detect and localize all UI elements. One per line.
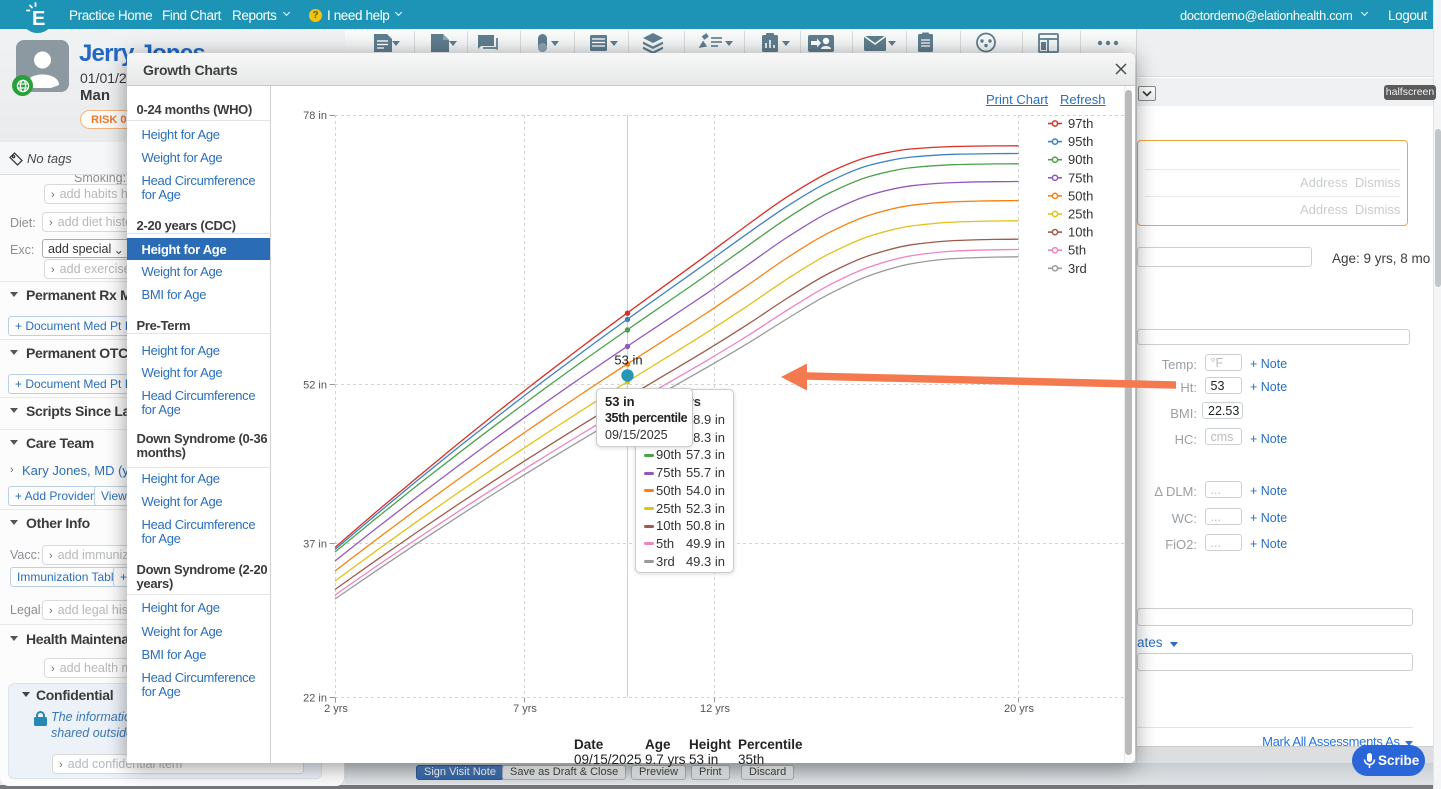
svg-text:52 in: 52 in — [303, 380, 327, 392]
svg-text:78 in: 78 in — [303, 110, 327, 122]
svg-text:97th: 97th — [1068, 116, 1093, 131]
svg-text:7 yrs: 7 yrs — [513, 703, 537, 715]
svg-text:37 in: 37 in — [303, 539, 327, 551]
svg-text:12 yrs: 12 yrs — [700, 703, 730, 715]
svg-text:95th: 95th — [1068, 134, 1093, 149]
svg-text:25th: 25th — [1068, 207, 1093, 222]
svg-text:5th: 5th — [1068, 243, 1086, 258]
svg-text:2 yrs: 2 yrs — [324, 703, 348, 715]
svg-text:E: E — [32, 8, 45, 30]
svg-text:50th: 50th — [1068, 188, 1093, 203]
svg-text:53 in: 53 in — [614, 353, 642, 368]
svg-text:3rd: 3rd — [1068, 261, 1087, 276]
svg-text:90th: 90th — [1068, 152, 1093, 167]
svg-text:20 yrs: 20 yrs — [1004, 703, 1034, 715]
svg-text:10th: 10th — [1068, 225, 1093, 240]
svg-text:75th: 75th — [1068, 170, 1093, 185]
